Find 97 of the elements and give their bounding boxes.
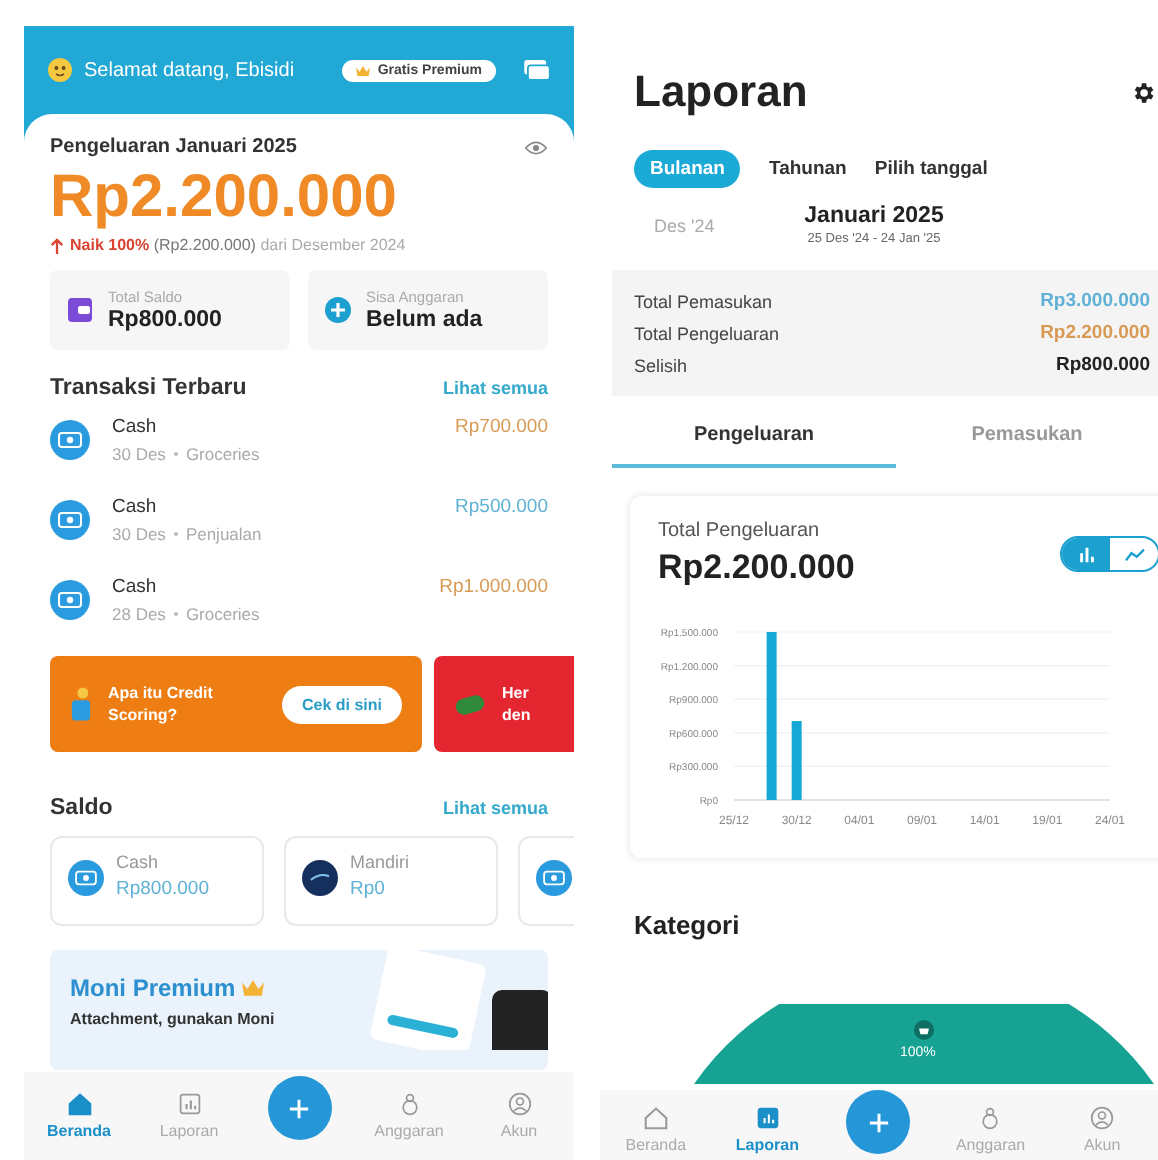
basket-icon xyxy=(914,1020,934,1040)
transaction-account: Cash xyxy=(112,496,159,518)
tile-value: Belum ada xyxy=(366,308,483,332)
transaction-amount: Rp1.000.000 xyxy=(439,576,548,598)
section-title: Kategori xyxy=(634,910,742,940)
transaction-amount: Rp500.000 xyxy=(455,496,548,518)
banner-text: Apa itu Credit xyxy=(108,682,213,704)
account-card[interactable]: Cash Rp800.000 xyxy=(50,836,264,926)
user-icon xyxy=(1090,1106,1115,1130)
transaction-account: Cash xyxy=(112,416,159,438)
banner-text: den xyxy=(502,704,531,726)
settings-icon[interactable] xyxy=(1130,79,1156,105)
home-icon xyxy=(67,1092,91,1116)
tile-value: Rp800.000 xyxy=(108,308,222,332)
banknote-icon xyxy=(50,580,90,620)
user-icon xyxy=(507,1092,531,1116)
premium-text: Attachment, gunakan Moni xyxy=(70,1010,277,1028)
summary-label: Selisih xyxy=(634,355,688,375)
spending-title: Pengeluaran Januari 2025 xyxy=(50,136,297,158)
see-all-link[interactable]: Lihat semua xyxy=(442,378,548,398)
transaction-date: 30 Des xyxy=(112,524,166,544)
transaction-category: Groceries xyxy=(185,444,260,464)
type-tab[interactable]: Pengeluaran xyxy=(612,404,896,468)
up-arrow-icon xyxy=(50,237,64,253)
add-button[interactable] xyxy=(846,1090,911,1154)
transaction-account: Cash xyxy=(112,576,159,598)
line-chart-icon xyxy=(1123,545,1145,563)
nav-tab[interactable]: Akun xyxy=(1046,1106,1158,1154)
pill-icon xyxy=(454,693,486,715)
transaction-row[interactable]: Cash 28 Des Groceries Rp1.000.000 xyxy=(50,564,548,640)
account-name: Cash xyxy=(116,852,161,872)
summary-label: Total Pemasukan xyxy=(634,291,773,311)
account-balance: Rp0 xyxy=(350,878,387,900)
banknote-icon xyxy=(50,500,90,540)
period-tab[interactable]: Pilih tanggal xyxy=(874,150,988,188)
nav-tab[interactable]: Anggaran xyxy=(934,1106,1047,1154)
section-title: Saldo xyxy=(50,796,113,820)
transaction-category: Penjualan xyxy=(185,524,262,544)
chart-view-toggle[interactable] xyxy=(1060,536,1158,572)
nav-tab[interactable]: Akun xyxy=(464,1092,574,1140)
eye-icon[interactable] xyxy=(524,139,548,155)
page-title: Laporan xyxy=(634,66,808,118)
section-title: Transaksi Terbaru xyxy=(50,376,247,400)
account-balance: Rp800.000 xyxy=(116,878,209,900)
transaction-row[interactable]: Cash 30 Des Groceries Rp700.000 xyxy=(50,404,548,480)
summary-value: Rp3.000.000 xyxy=(1040,290,1150,312)
premium-title: Moni Premium xyxy=(70,974,236,1002)
period-tab[interactable]: Bulanan xyxy=(634,150,741,188)
credit-banner[interactable]: Apa itu Credit Scoring? Cek di sini xyxy=(50,656,422,752)
plus-icon xyxy=(867,1111,890,1133)
banknote-icon xyxy=(68,860,104,896)
transaction-row[interactable]: Cash 30 Des Penjualan Rp500.000 xyxy=(50,484,548,560)
plus-icon xyxy=(288,1097,310,1119)
spending-amount: Rp2.200.000 xyxy=(50,162,399,234)
nav-tab[interactable]: Anggaran xyxy=(354,1092,464,1140)
transaction-category: Groceries xyxy=(185,604,260,624)
transaction-date: 30 Des xyxy=(112,444,166,464)
summary-label: Total Pengeluaran xyxy=(634,323,780,343)
wallet-icon xyxy=(66,296,94,324)
transaction-amount: Rp700.000 xyxy=(455,416,548,438)
banner-text: Scoring? xyxy=(108,704,180,726)
summary-value: Rp800.000 xyxy=(1055,354,1150,376)
home-icon xyxy=(643,1106,668,1130)
greeting-text: Selamat datang, Ebisidi xyxy=(84,59,297,81)
banner-text: Her xyxy=(502,682,531,704)
nav-tab[interactable]: Laporan xyxy=(134,1092,244,1140)
nav-tab[interactable]: Laporan xyxy=(711,1106,824,1154)
account-name: Mandiri xyxy=(350,852,410,872)
premium-card[interactable]: Moni Premium Attachment, gunakan Moni xyxy=(50,950,548,1070)
banknote-icon xyxy=(50,420,90,460)
change-text: Naik 100% (Rp2.200.000) dari Desember 2024 xyxy=(70,236,406,254)
bar-chart-toggle[interactable] xyxy=(1062,538,1110,570)
add-button[interactable] xyxy=(267,1076,331,1140)
previous-period-button[interactable]: Des '24 xyxy=(634,215,774,235)
chart-bar xyxy=(791,721,802,800)
nav-tab[interactable]: Beranda xyxy=(600,1106,712,1154)
summary-value: Rp2.200.000 xyxy=(1040,322,1150,344)
bank-logo-icon xyxy=(302,860,338,896)
plus-icon xyxy=(324,296,352,324)
see-all-link[interactable]: Lihat semua xyxy=(442,798,548,818)
period-tab[interactable]: Tahunan xyxy=(768,150,847,188)
transaction-date: 28 Des xyxy=(112,604,166,624)
cards-icon[interactable] xyxy=(524,60,550,80)
check-button[interactable]: Cek di sini xyxy=(281,685,402,723)
account-card[interactable]: Mandiri Rp0 xyxy=(284,836,498,926)
avatar-icon[interactable] xyxy=(48,58,72,82)
type-tab[interactable]: Pemasukan xyxy=(896,404,1158,468)
chart-icon xyxy=(177,1092,201,1116)
chart-title: Total Pengeluaran xyxy=(658,520,822,542)
chart-icon xyxy=(755,1106,780,1130)
nav-tab[interactable]: Beranda xyxy=(24,1092,134,1140)
crown-icon xyxy=(355,65,370,75)
chart-amount: Rp2.200.000 xyxy=(658,548,855,588)
bar-chart-icon xyxy=(1075,545,1097,563)
promo-banner[interactable]: Her den xyxy=(434,656,574,752)
period-title: Januari 2025 xyxy=(804,204,944,228)
crown-icon xyxy=(241,980,264,996)
